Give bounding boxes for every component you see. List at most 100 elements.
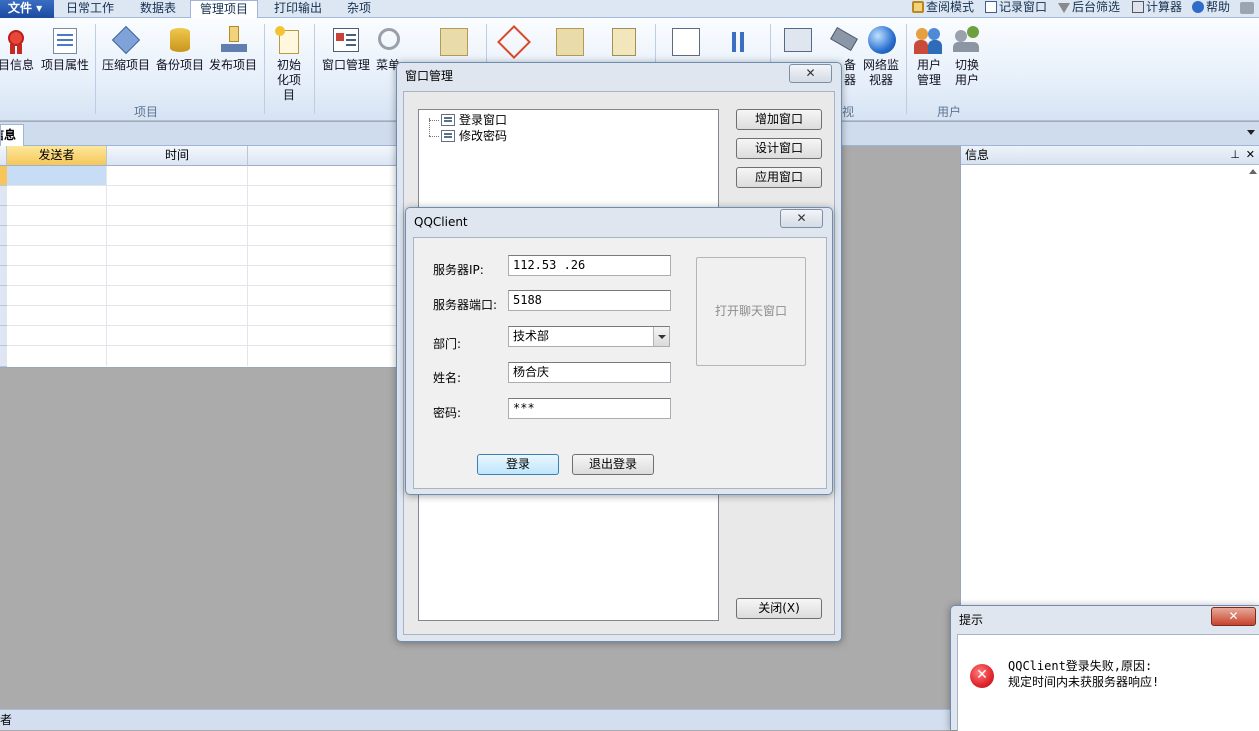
ribbon-separator [264,24,265,114]
user-manage-label: 用户管理 [916,58,941,87]
init-project-button[interactable]: 初始化项目 [268,24,310,103]
row-indicator [0,266,7,286]
server-ip-field[interactable]: 112.53 .26 [508,255,671,276]
apply-window-button[interactable]: 应用窗口 [736,167,822,188]
view-mode-label: 查阅模式 [926,0,975,14]
group-label-project: 项目 [134,105,159,119]
department-select[interactable]: 技术部 [508,326,670,347]
publish-icon [217,24,249,56]
grid-row-line [7,305,400,306]
column-header-time[interactable]: 时间 [107,146,248,166]
grid-row-line [7,345,400,346]
form-icon [441,130,455,142]
tree-item-label: 修改密码 [459,129,508,143]
chevron-down-icon[interactable] [653,327,669,346]
alert-body: ✕ QQClient登录失败,原因: 规定时间内未获服务器响应! [957,634,1259,731]
tab-manage-project[interactable]: 管理项目 [190,0,259,19]
ribbon-icon-hidden [556,28,584,56]
form-icon [441,114,455,126]
tab-misc[interactable]: 杂项 [347,0,371,18]
pin-icon[interactable]: ⊥ [1230,146,1240,164]
alert-message: QQClient登录失败,原因: 规定时间内未获服务器响应! [1008,658,1159,690]
filter-icon [1058,3,1070,13]
project-info-button[interactable]: 目信息 [0,24,38,73]
tab-info-label: 信息 [1,128,17,142]
grid-row-line [7,325,400,326]
globe-icon [865,24,897,56]
scroll-up-icon[interactable] [1249,169,1257,174]
password-field[interactable]: *** [508,398,671,419]
satellite-icon [828,24,860,56]
window-manager-close-button[interactable]: ✕ [789,64,832,83]
record-window-label: 记录窗口 [999,0,1048,14]
window-manager-titlebar: 窗口管理 [397,63,841,87]
info-panel-scrollbar[interactable] [1247,165,1259,616]
tab-info[interactable]: 信息 [0,124,24,146]
tab-list-dropdown-icon[interactable] [1247,130,1255,135]
grid-col-line [247,166,248,366]
column-header-filler [248,146,400,166]
calculator-button[interactable]: 计算器 [1132,0,1182,16]
department-value: 技术部 [513,329,550,343]
help-button[interactable]: 帮助 [1192,0,1230,16]
tab-data-table[interactable]: 数据表 [140,0,176,18]
view-mode-button[interactable]: 查阅模式 [912,0,974,16]
project-properties-button[interactable]: 项目属性 [40,24,90,73]
department-label: 部门: [433,337,462,351]
group-label-user: 用户 [937,105,962,119]
tab-print-output[interactable]: 打印输出 [274,0,322,18]
window-manager-title: 窗口管理 [405,69,454,83]
window-manager-label: 窗口管理 [321,58,370,72]
compress-project-label: 压缩项目 [101,58,150,72]
row-indicator[interactable] [0,166,7,186]
add-window-button[interactable]: 增加窗口 [736,109,822,130]
info-panel-header: 信息 ⊥ ✕ [961,146,1259,165]
backup-project-button[interactable]: 备份项目 [155,24,205,73]
row-indicator [0,246,7,266]
compress-icon [110,24,142,56]
record-window-button[interactable]: 记录窗口 [985,0,1047,16]
user-manage-button[interactable]: 用户管理 [912,24,946,88]
users-icon [913,24,945,56]
row-indicator [0,306,7,326]
backup-project-label: 备份项目 [155,58,204,72]
pause-icon [732,32,736,52]
alert-close-button[interactable]: ✕ [1211,607,1256,626]
file-menu-button[interactable]: 文件 ▾ [0,0,54,18]
tree-item-change-password[interactable]: 修改密码 [441,129,507,143]
publish-project-button[interactable]: 发布项目 [208,24,258,73]
column-header-sender[interactable]: 发送者 [7,146,107,166]
status-bar: 者 [0,709,960,730]
ribbon-separator [906,24,907,114]
switch-user-button[interactable]: 切换用户 [950,24,984,88]
window-icon [985,1,997,13]
compress-project-button[interactable]: 压缩项目 [101,24,151,73]
design-window-button[interactable]: 设计窗口 [736,138,822,159]
alert-dialog: 提示 ✕ ✕ QQClient登录失败,原因: 规定时间内未获服务器响应! [950,605,1259,731]
properties-icon [49,24,81,56]
info-panel: 信息 ⊥ ✕ [960,146,1259,616]
grid-cell-selected[interactable] [7,166,106,185]
open-chat-button[interactable]: 打开聊天窗口 [696,257,806,366]
network-monitor-button[interactable]: 网络监视器 [860,24,902,88]
tab-daily-work[interactable]: 日常工作 [66,0,114,18]
grid-row-line [7,245,400,246]
qqclient-close-button[interactable]: ✕ [780,209,823,228]
group-label-view: 视 [842,105,855,119]
ribbon-minimize-icon[interactable] [1240,2,1254,14]
alert-message-line: QQClient登录失败,原因: [1008,659,1153,673]
close-window-manager-button[interactable]: 关闭(X) [736,598,822,619]
server-port-field[interactable]: 5188 [508,290,671,311]
tree-item-login-window[interactable]: 登录窗口 [441,113,507,127]
close-icon[interactable]: ✕ [1246,146,1255,164]
name-field[interactable]: 杨合庆 [508,362,671,383]
switch-user-icon [951,24,983,56]
ribbon-icon-hidden [612,28,636,56]
background-filter-button[interactable]: 后台筛选 [1058,0,1120,16]
menu-bar: 文件 ▾ 日常工作 数据表 管理项目 打印输出 杂项 查阅模式 记录窗口 后台筛… [0,0,1259,19]
server-port-label: 服务器端口: [433,298,498,312]
login-button[interactable]: 登录 [477,454,559,475]
window-manager-button[interactable]: 窗口管理 [320,24,372,73]
ribbon-separator [314,24,315,114]
logout-button[interactable]: 退出登录 [572,454,654,475]
